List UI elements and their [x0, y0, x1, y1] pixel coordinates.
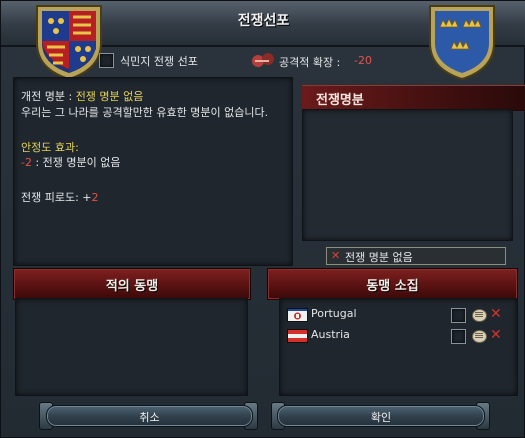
war-info-panel: 개전 명분 : 전쟁 명분 없음 우리는 그 나라를 공격할만한 유효한 명분이…: [13, 77, 293, 266]
enemy-allies-banner: 적의 동맹: [13, 268, 251, 300]
casus-belli-label: 개전 명분 :: [21, 90, 73, 103]
colonial-war-checkbox[interactable]: [99, 53, 114, 68]
close-icon[interactable]: ✕: [490, 327, 502, 343]
call-allies-banner: 동맹 소집: [267, 268, 518, 300]
stability-value: -2: [21, 156, 32, 169]
enemy-allies-list: [15, 298, 248, 396]
attacker-coat-of-arms: [36, 5, 102, 81]
stability-reason: : 전쟁 명분이 없음: [35, 156, 121, 169]
ally-name: Austria: [311, 328, 350, 341]
declare-war-window: 전쟁선포 식민지 전쟁 선포 공격적 확장 : -20 개전 명분: 전쟁 명…: [0, 0, 525, 438]
colonial-war-label: 식민지 전쟁 선포: [120, 55, 198, 68]
cancel-button[interactable]: 취소: [46, 405, 253, 427]
casus-belli-header-label: 전쟁명분: [316, 93, 364, 108]
casus-belli-list[interactable]: [302, 109, 513, 241]
enemy-allies-header: 적의 동맹: [105, 279, 159, 294]
war-exhaustion-label: 전쟁 피로도: +: [21, 191, 92, 204]
call-ally-checkbox[interactable]: [451, 308, 466, 323]
call-ally-checkbox[interactable]: [451, 329, 466, 344]
close-icon[interactable]: ✕: [490, 306, 502, 322]
confirm-button[interactable]: 확인: [277, 405, 485, 427]
cancel-button-label: 취소: [139, 411, 160, 424]
list-item: Austria ✕: [287, 327, 512, 345]
casus-belli-header: 전쟁명분: [302, 85, 525, 111]
portugal-flag-icon: [287, 308, 308, 322]
casus-belli-option-label: 전쟁 명분 없음: [345, 251, 413, 264]
aggressive-expansion-value: -20: [354, 54, 372, 67]
austria-flag-icon: [287, 329, 308, 343]
chat-bubble-icon[interactable]: [472, 330, 487, 343]
stability-label: 안정도 효과:: [21, 141, 79, 154]
list-item: Portugal ✕: [287, 306, 512, 324]
confirm-button-label: 확인: [370, 411, 392, 424]
target-coat-of-arms: [429, 5, 495, 81]
aggressive-expansion-icon: [252, 53, 274, 67]
ally-name: Portugal: [311, 307, 357, 320]
no-cb-x-icon: ✕: [331, 249, 341, 262]
call-allies-header: 동맹 소집: [366, 279, 419, 294]
war-exhaustion-value: 2: [91, 191, 99, 204]
casus-belli-option-none[interactable]: ✕ 전쟁 명분 없음: [326, 247, 506, 265]
aggressive-expansion-label: 공격적 확장 :: [279, 56, 341, 69]
no-cb-description: 우리는 그 나라를 공격할만한 유효한 명분이 없습니다.: [21, 106, 269, 119]
chat-bubble-icon[interactable]: [472, 309, 487, 322]
casus-belli-value: 전쟁 명분 없음: [75, 90, 144, 103]
